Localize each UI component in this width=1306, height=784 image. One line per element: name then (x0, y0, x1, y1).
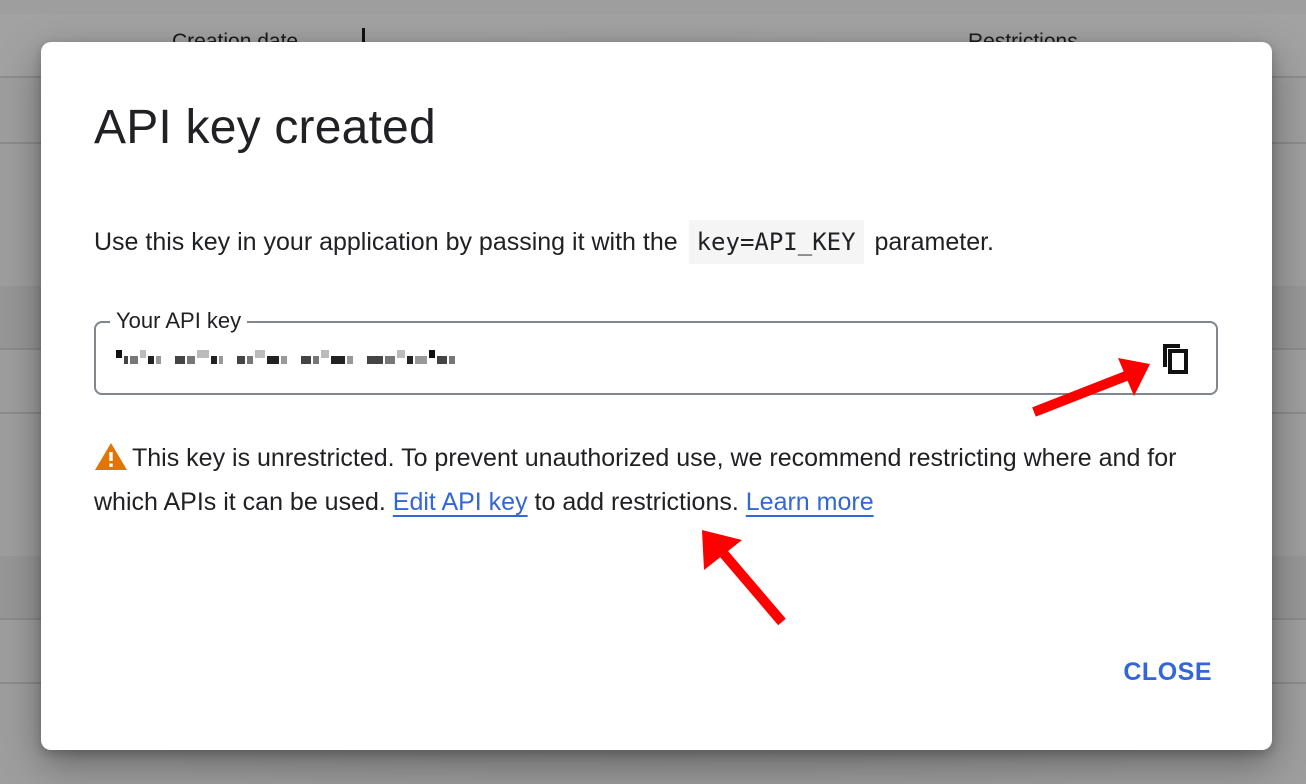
copy-icon (1163, 344, 1188, 374)
api-key-created-dialog: API key created Use this key in your app… (41, 42, 1272, 750)
redacted-key-block (331, 356, 345, 364)
redacted-key-block (289, 353, 299, 361)
redacted-key-block (407, 356, 413, 364)
redacted-key-block (355, 353, 365, 361)
copy-button[interactable] (1158, 341, 1192, 375)
redacted-key-block (156, 356, 161, 364)
redacted-key-block (255, 350, 265, 358)
learn-more-link[interactable]: Learn more (746, 488, 874, 516)
redacted-key-block (130, 356, 138, 364)
api-key-label: Your API key (110, 307, 248, 335)
redacted-key-block (385, 356, 395, 364)
redacted-key-block (347, 356, 353, 364)
close-button[interactable]: CLOSE (1123, 658, 1212, 687)
api-key-value-redacted[interactable] (116, 345, 786, 369)
redacted-key-block (163, 353, 173, 361)
redacted-key-block (187, 356, 195, 364)
redacted-key-block (397, 350, 405, 358)
redacted-key-block (148, 356, 154, 364)
redacted-key-block (219, 356, 223, 364)
dialog-description: Use this key in your application by pass… (94, 220, 995, 264)
redacted-key-block (281, 356, 287, 364)
description-text-before: Use this key in your application by pass… (94, 228, 678, 256)
redacted-key-block (225, 353, 235, 361)
warning-icon (95, 443, 127, 470)
redacted-key-block (175, 356, 185, 364)
redacted-key-block (211, 356, 217, 364)
redacted-key-block (237, 356, 245, 364)
redacted-key-block (437, 356, 447, 364)
redacted-key-block (116, 350, 122, 358)
unrestricted-key-warning: This key is unrestricted. To prevent una… (94, 436, 1184, 524)
key-parameter-code: key=API_KEY (688, 220, 864, 264)
redacted-key-block (267, 356, 279, 364)
redacted-key-block (367, 356, 383, 364)
redacted-key-block (247, 356, 253, 364)
redacted-key-block (321, 350, 329, 358)
redacted-key-block (415, 356, 427, 364)
redacted-key-block (301, 356, 311, 364)
description-text-after: parameter. (874, 228, 995, 256)
api-key-field[interactable]: Your API key (94, 307, 1218, 395)
redacted-key-block (449, 356, 455, 364)
redacted-key-block (124, 356, 128, 364)
edit-api-key-link[interactable]: Edit API key (393, 488, 528, 516)
warning-text-2: to add restrictions. (534, 488, 739, 516)
redacted-key-block (313, 356, 319, 364)
redacted-key-block (140, 350, 146, 358)
redacted-key-block (429, 350, 435, 358)
dialog-title: API key created (94, 101, 436, 154)
redacted-key-block (197, 350, 209, 358)
